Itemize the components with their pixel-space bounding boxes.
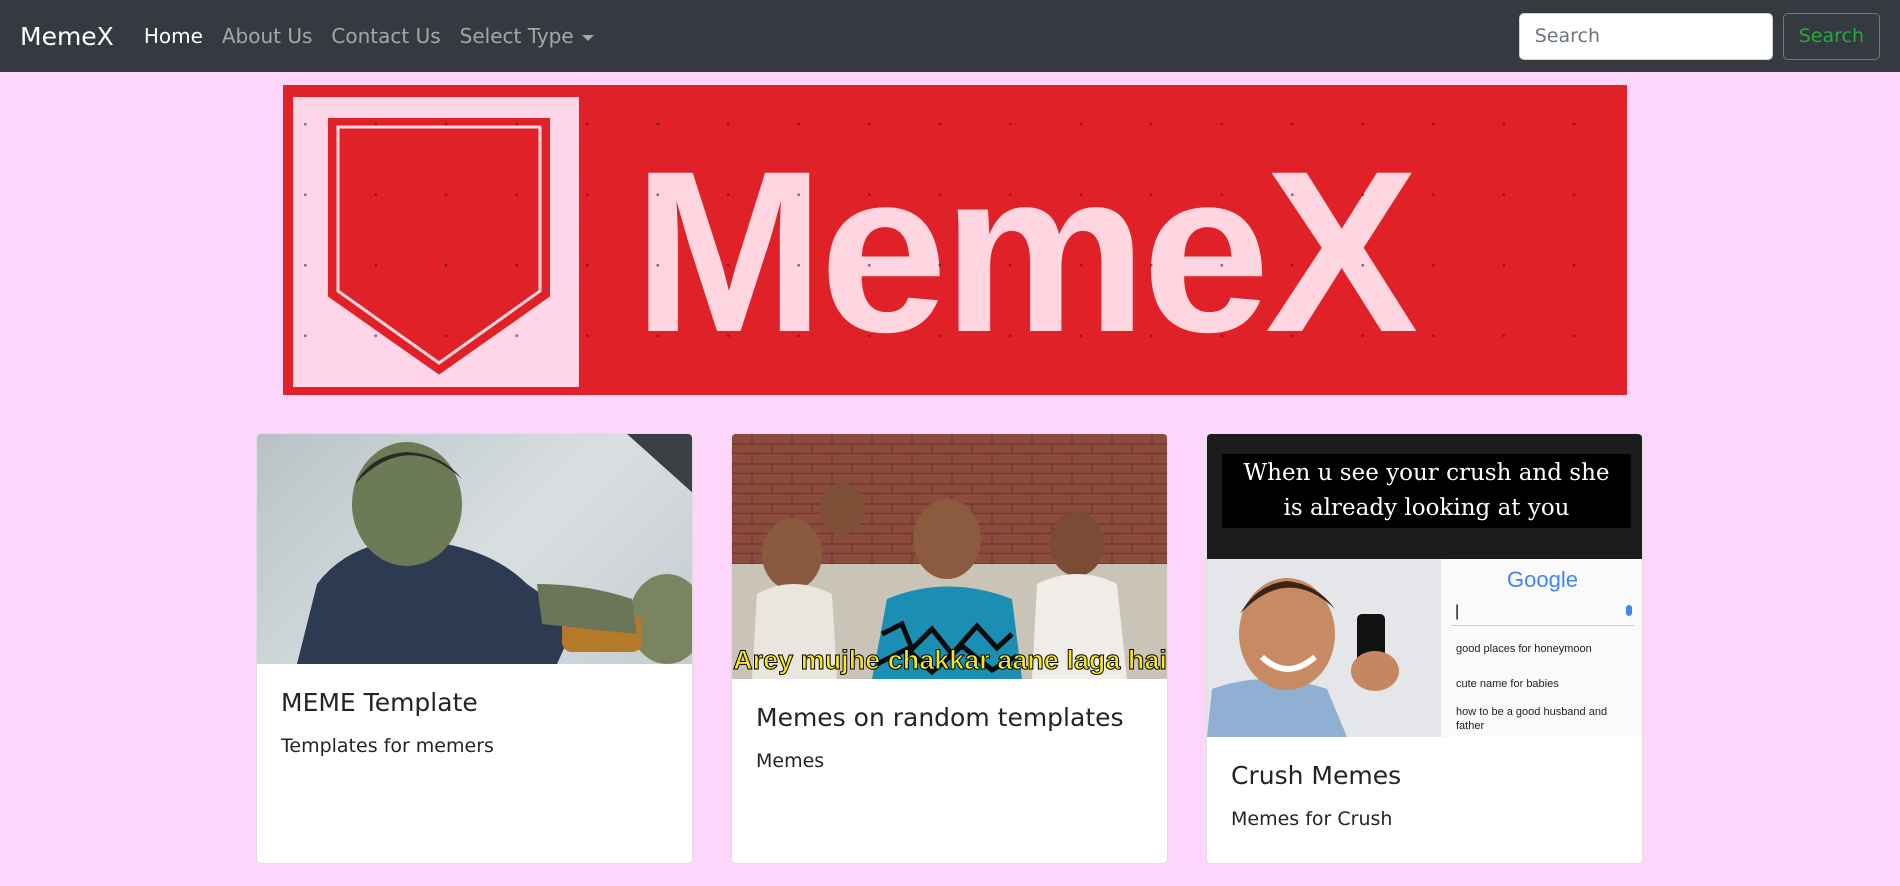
search-suggestion: how to be a good husband and father [1456, 706, 1608, 732]
card-random-templates[interactable]: Arey mujhe chakkar aane laga hai Memes o… [731, 433, 1168, 864]
memex-banner-image: MemeX [283, 85, 1627, 395]
nav-select-type-dropdown[interactable]: Select Type [460, 24, 594, 48]
select-type-label: Select Type [459, 24, 574, 48]
crowd-meme-image: Arey mujhe chakkar aane laga hai [732, 434, 1167, 679]
banner-logo-box [293, 97, 579, 387]
card-text: Templates for memers [281, 735, 494, 757]
search-input[interactable] [1518, 12, 1773, 60]
card-body: MEME Template Templates for memers [257, 664, 692, 781]
search-form: Search [1518, 12, 1880, 60]
google-search-panel: Google | good places for honeymoon cute … [1441, 559, 1642, 737]
shield-icon [328, 118, 550, 375]
search-suggestion: cute name for babies [1456, 678, 1559, 690]
microphone-icon [1626, 605, 1632, 616]
google-logo: Google [1507, 567, 1578, 592]
navbar: MemeX Home About Us Contact Us Select Ty… [0, 0, 1900, 72]
google-search-box: | [1451, 601, 1634, 626]
banner-title: MemeX [633, 123, 1418, 380]
card-meme-template[interactable]: MEME Template Templates for memers [256, 433, 693, 864]
crush-meme-image: When u see your crush and she is already… [1207, 434, 1642, 737]
meme-top-text: When u see your crush and she is already… [1222, 454, 1631, 528]
card-title: Crush Memes [1231, 761, 1402, 790]
search-suggestion: good places for honeymoon [1456, 643, 1592, 655]
nav-contact-us[interactable]: Contact Us [331, 24, 440, 48]
search-button[interactable]: Search [1782, 12, 1880, 60]
hulk-template-image [257, 434, 692, 664]
meme-caption: Arey mujhe chakkar aane laga hai [733, 645, 1167, 675]
caret-down-icon [581, 34, 594, 41]
card-body: Crush Memes Memes for Crush [1207, 737, 1642, 854]
card-text: Memes [756, 750, 825, 772]
card-body: Memes on random templates Memes [732, 679, 1167, 796]
meme-top-banner: When u see your crush and she is already… [1207, 434, 1642, 559]
brand-link[interactable]: MemeX [20, 22, 114, 51]
card-text: Memes for Crush [1231, 808, 1393, 830]
nav-about-us[interactable]: About Us [222, 24, 313, 48]
nav-home[interactable]: Home [144, 24, 203, 48]
card-title: Memes on random templates [756, 703, 1124, 732]
smiling-man-photo [1207, 559, 1441, 737]
card-crush-memes[interactable]: When u see your crush and she is already… [1206, 433, 1643, 864]
card-title: MEME Template [281, 688, 478, 717]
